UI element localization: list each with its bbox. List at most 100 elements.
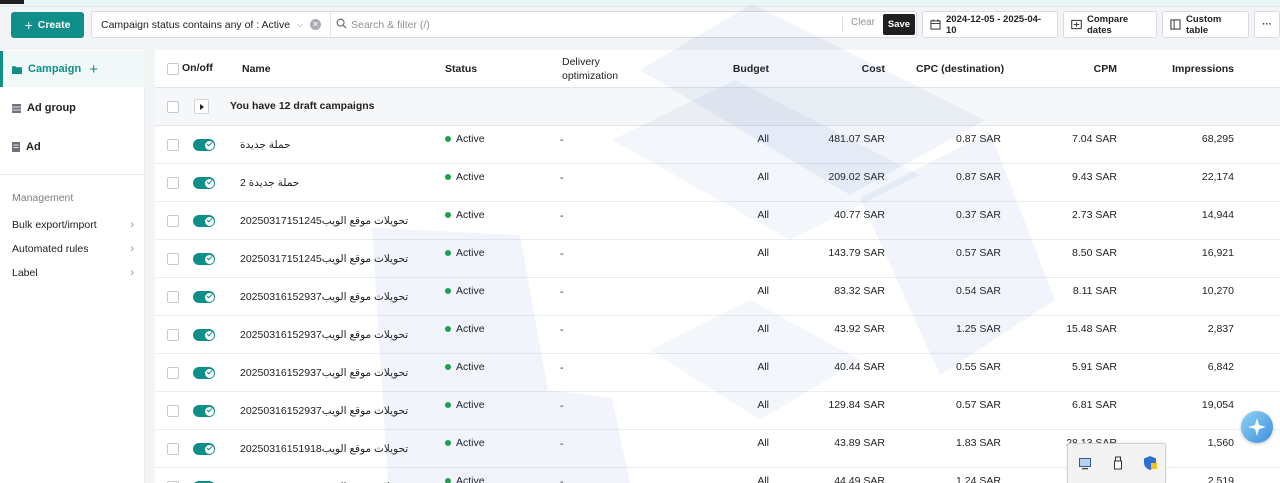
sidebar-link-bulk-export-import[interactable]: Bulk export/import ›: [12, 219, 134, 231]
status-label: Active: [456, 437, 485, 449]
impressions-value: 19,054: [1201, 399, 1234, 411]
campaign-status: Active: [445, 285, 485, 297]
impressions-value: 6,842: [1207, 361, 1234, 373]
active-status-dot: [445, 440, 451, 446]
cpm-value: 2.73 SAR: [1072, 209, 1117, 221]
budget-value: All: [757, 171, 769, 183]
column-header-status[interactable]: Status: [445, 63, 477, 75]
more-options-button[interactable]: ···: [1254, 11, 1280, 38]
campaign-toggle[interactable]: [193, 405, 215, 417]
campaign-toggle[interactable]: [193, 329, 215, 341]
create-button[interactable]: + Create: [11, 12, 84, 38]
row-checkbox[interactable]: [167, 215, 179, 227]
campaign-name[interactable]: تحويلات موقع الويب20250316151918: [240, 443, 408, 455]
campaign-toggle[interactable]: [193, 177, 215, 189]
select-all-checkbox[interactable]: [167, 63, 179, 75]
delivery-optimization-value: -: [560, 172, 564, 184]
save-button[interactable]: Save: [883, 14, 915, 35]
campaign-toggle[interactable]: [193, 291, 215, 303]
table-row[interactable]: تحويلات موقع الويب20250316152937 Active - A…: [155, 392, 1280, 430]
filter-chip[interactable]: Campaign status contains any of : Active…: [92, 12, 331, 37]
column-header-delivery[interactable]: Delivery optimization: [562, 56, 618, 82]
draft-campaigns-row[interactable]: You have 12 draft campaigns: [155, 88, 1280, 126]
chevron-down-icon[interactable]: ⌵: [297, 20, 303, 30]
campaign-name[interactable]: تحويلات موقع الويب20250316152937: [240, 329, 408, 341]
campaign-toggle[interactable]: [193, 443, 215, 455]
remove-filter-icon[interactable]: ✕: [310, 19, 321, 30]
column-header-delivery-line2: optimization: [562, 70, 619, 82]
active-status-dot: [445, 174, 451, 180]
column-header-cpc[interactable]: CPC (destination): [916, 63, 1004, 75]
table-row[interactable]: تحويلات موقع الويب20250316152937 Active - A…: [155, 316, 1280, 354]
filter-chip-label: Campaign status contains any of : Active: [101, 18, 291, 31]
column-header-onoff[interactable]: On/off: [182, 62, 213, 74]
monitor-icon[interactable]: [1077, 455, 1093, 471]
row-checkbox[interactable]: [167, 101, 179, 113]
row-checkbox[interactable]: [167, 139, 179, 151]
row-checkbox[interactable]: [167, 443, 179, 455]
tray-panel: [1067, 443, 1166, 483]
clear-button[interactable]: Clear: [851, 17, 875, 28]
assistant-button[interactable]: [1241, 411, 1273, 443]
table-row[interactable]: حملة جديدة Active - All 481.07 SAR 0.87 SAR 7.…: [155, 126, 1280, 164]
campaign-toggle[interactable]: [193, 253, 215, 265]
status-label: Active: [456, 247, 485, 259]
campaign-toggle[interactable]: [193, 215, 215, 227]
sidebar-item-ad-group[interactable]: Ad group: [0, 90, 145, 126]
table-row[interactable]: تحويلات موقع الويب20250316152937 Active - A…: [155, 278, 1280, 316]
check-icon: [206, 368, 213, 374]
cost-value: 43.92 SAR: [834, 323, 885, 335]
row-checkbox[interactable]: [167, 367, 179, 379]
budget-value: All: [757, 209, 769, 221]
column-header-cpm[interactable]: CPM: [1035, 63, 1117, 75]
sidebar-link-label: Automated rules: [12, 243, 89, 255]
campaign-name[interactable]: تحويلات موقع الويب20250317151245: [240, 215, 408, 227]
active-status-dot: [445, 326, 451, 332]
campaign-toggle[interactable]: [193, 367, 215, 379]
table-row[interactable]: تحويلات موقع الويب20250317151245 Active - A…: [155, 202, 1280, 240]
cpc-value: 0.87 SAR: [956, 171, 1001, 183]
campaign-status: Active: [445, 247, 485, 259]
date-range-button[interactable]: 2024-12-05 - 2025-04-10: [922, 11, 1058, 38]
search-input[interactable]: [351, 15, 831, 34]
sidebar-item-ad[interactable]: Ad: [0, 129, 145, 165]
sidebar-item-label: Campaign: [28, 63, 82, 75]
sidebar-item-campaign[interactable]: Campaign +: [0, 51, 145, 87]
campaign-name[interactable]: تحويلات موقع الويب20250316152937: [240, 367, 408, 379]
sidebar-link-automated-rules[interactable]: Automated rules ›: [12, 243, 134, 255]
management-heading: Management: [12, 192, 74, 204]
campaign-status: Active: [445, 323, 485, 335]
campaign-toggle[interactable]: [193, 139, 215, 151]
document-icon: [12, 142, 20, 152]
custom-table-button[interactable]: Custom table: [1162, 11, 1249, 38]
table-row[interactable]: تحويلات موقع الويب20250316152937 Active - A…: [155, 354, 1280, 392]
column-header-budget[interactable]: Budget: [695, 63, 769, 75]
impressions-value: 68,295: [1201, 133, 1234, 145]
column-header-impressions[interactable]: Impressions: [1145, 63, 1234, 75]
shield-icon[interactable]: [1142, 455, 1158, 471]
compare-dates-button[interactable]: Compare dates: [1063, 11, 1157, 38]
sidebar-link-label-manager[interactable]: Label ›: [12, 267, 134, 279]
cpm-value: 9.43 SAR: [1072, 171, 1117, 183]
campaign-status: Active: [445, 133, 485, 145]
campaign-name[interactable]: تحويلات موقع الويب20250316152937: [240, 291, 408, 303]
table-row[interactable]: حملة جديدة 2 Active - All 209.02 SAR 0.87 SAR…: [155, 164, 1280, 202]
table-row[interactable]: تحويلات موقع الويب20250317151245 Active - A…: [155, 240, 1280, 278]
campaign-name[interactable]: تحويلات موقع الويب20250317151245: [240, 253, 408, 265]
row-checkbox[interactable]: [167, 291, 179, 303]
add-campaign-icon[interactable]: +: [89, 62, 98, 77]
usb-drive-icon[interactable]: [1110, 455, 1126, 471]
cpm-value: 8.11 SAR: [1072, 285, 1117, 297]
column-header-name[interactable]: Name: [242, 63, 271, 75]
check-icon: [206, 178, 213, 184]
campaign-name[interactable]: حملة جديدة: [240, 139, 291, 151]
filter-bar[interactable]: Campaign status contains any of : Active…: [91, 11, 917, 38]
row-checkbox[interactable]: [167, 329, 179, 341]
campaign-name[interactable]: حملة جديدة 2: [240, 177, 299, 189]
expand-draft-button[interactable]: [194, 99, 209, 114]
row-checkbox[interactable]: [167, 253, 179, 265]
row-checkbox[interactable]: [167, 405, 179, 417]
column-header-cost[interactable]: Cost: [795, 63, 885, 75]
campaign-name[interactable]: تحويلات موقع الويب20250316152937: [240, 405, 408, 417]
row-checkbox[interactable]: [167, 177, 179, 189]
